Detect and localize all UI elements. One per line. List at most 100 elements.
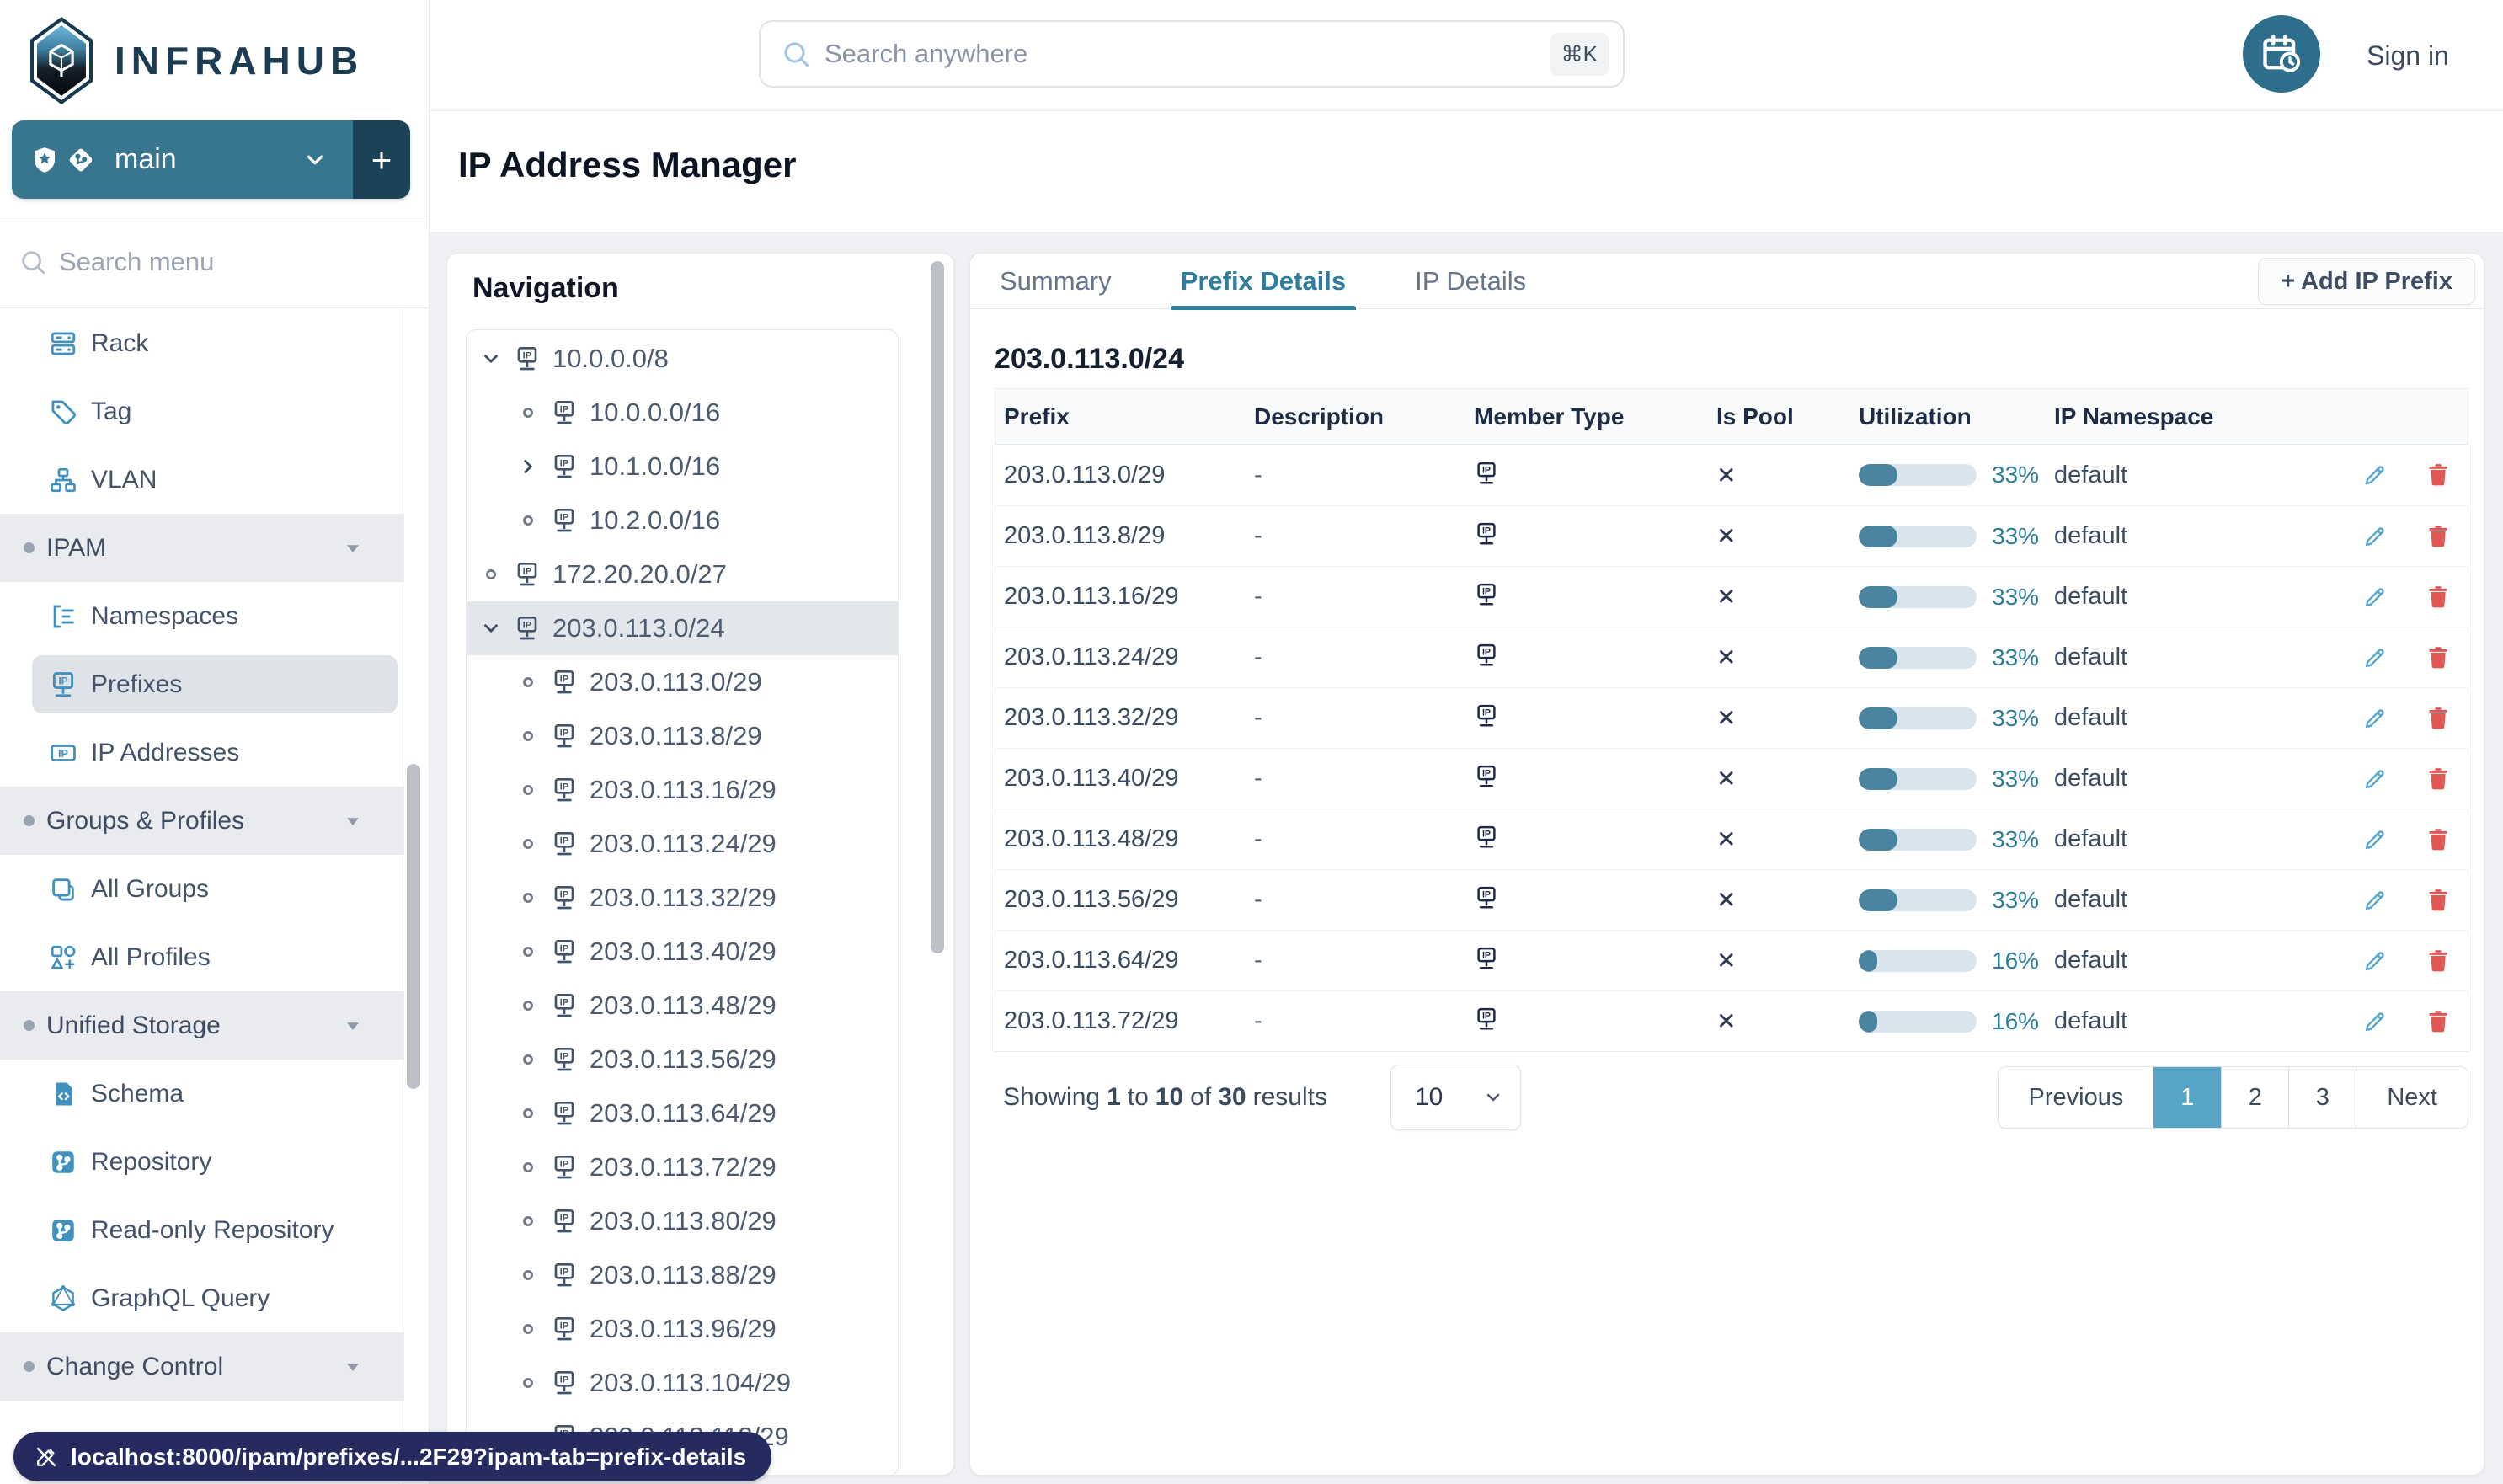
ip-sign-icon: IP <box>551 830 578 857</box>
cell-description: - <box>1254 704 1262 731</box>
tree-node-203-0-113-96-29[interactable]: IP 203.0.113.96/29 <box>467 1302 898 1356</box>
tree-node-203-0-113-48-29[interactable]: IP 203.0.113.48/29 <box>467 979 898 1033</box>
page-button-1[interactable]: 1 <box>2153 1067 2222 1128</box>
sidebar-item-tag[interactable]: Tag <box>0 377 404 446</box>
edit-row-button[interactable] <box>2362 1008 2388 1035</box>
sidebar-scrollbar-thumb[interactable] <box>407 764 420 1089</box>
tree-node-10-0-0-0-8[interactable]: IP 10.0.0.0/8 <box>467 332 898 386</box>
sidebar-item-graphql-query[interactable]: GraphQL Query <box>0 1264 404 1332</box>
edit-row-button[interactable] <box>2362 705 2388 732</box>
table-row[interactable]: 203.0.113.56/29 - IP ✕ 33% default <box>995 869 2468 930</box>
create-branch-button[interactable]: + <box>353 120 410 199</box>
tree-node-172-20-20-0-27[interactable]: IP 172.20.20.0/27 <box>467 547 898 601</box>
delete-row-button[interactable] <box>2425 705 2452 732</box>
tree-node-10-2-0-0-16[interactable]: IP 10.2.0.0/16 <box>467 494 898 547</box>
table-row[interactable]: 203.0.113.24/29 - IP ✕ 33% default <box>995 627 2468 687</box>
table-row[interactable]: 203.0.113.32/29 - IP ✕ 33% default <box>995 687 2468 748</box>
sidebar-section-ipam[interactable]: IPAM <box>0 514 404 582</box>
tree-node-203-0-113-64-29[interactable]: IP 203.0.113.64/29 <box>467 1086 898 1140</box>
sidebar-item-schema[interactable]: Schema <box>0 1060 404 1128</box>
sign-in-button[interactable]: Sign in <box>2367 0 2449 111</box>
table-row[interactable]: 203.0.113.40/29 - IP ✕ 33% default <box>995 748 2468 809</box>
sidebar-item-label: Groups & Profiles <box>46 806 245 835</box>
search-anywhere-input[interactable] <box>825 39 1536 69</box>
circle-leaf-icon <box>517 1156 539 1178</box>
cell-ip-namespace: default <box>2054 825 2128 852</box>
delete-row-button[interactable] <box>2425 462 2452 488</box>
add-ip-prefix-button[interactable]: + Add IP Prefix <box>2258 258 2475 305</box>
sidebar-item-all-profiles[interactable]: All Profiles <box>0 923 404 991</box>
ip-sign-icon: IP <box>551 938 578 965</box>
page-button-3[interactable]: 3 <box>2288 1067 2356 1128</box>
ip-sign-icon: IP <box>551 1316 578 1343</box>
tree-node-203-0-113-40-29[interactable]: IP 203.0.113.40/29 <box>467 925 898 979</box>
branch-dropdown[interactable]: main <box>12 120 353 199</box>
tab-summary[interactable]: Summary <box>995 254 1117 309</box>
table-row[interactable]: 203.0.113.72/29 - IP ✕ 16% default <box>995 990 2468 1051</box>
table-row[interactable]: 203.0.113.48/29 - IP ✕ 33% default <box>995 809 2468 869</box>
tab-ip-details[interactable]: IP Details <box>1410 254 1531 309</box>
table-row[interactable]: 203.0.113.0/29 - IP ✕ 33% default <box>995 445 2468 505</box>
delete-row-button[interactable] <box>2425 766 2452 793</box>
tree-node-203-0-113-72-29[interactable]: IP 203.0.113.72/29 <box>467 1140 898 1194</box>
tree-node-203-0-113-104-29[interactable]: IP 203.0.113.104/29 <box>467 1356 898 1410</box>
table-row[interactable]: 203.0.113.16/29 - IP ✕ 33% default <box>995 566 2468 627</box>
tree-node-203-0-113-88-29[interactable]: IP 203.0.113.88/29 <box>467 1248 898 1302</box>
sidebar-item-all-groups[interactable]: All Groups <box>0 855 404 923</box>
page-button-2[interactable]: 2 <box>2221 1067 2289 1128</box>
previous-page-button[interactable]: Previous <box>1998 1067 2154 1128</box>
sidebar-section-groups-profiles[interactable]: Groups & Profiles <box>0 787 404 855</box>
sidebar-item-namespaces[interactable]: Namespaces <box>0 582 404 650</box>
app-logo[interactable]: INFRAHUB <box>0 0 429 109</box>
tree-node-203-0-113-16-29[interactable]: IP 203.0.113.16/29 <box>467 763 898 817</box>
edit-row-button[interactable] <box>2362 644 2388 671</box>
sidebar-section-change-control[interactable]: Change Control <box>0 1332 404 1401</box>
delete-row-button[interactable] <box>2425 887 2452 914</box>
sidebar-menu: Rack Tag VLAN IPAM Namespaces IP Prefixes IP IP … <box>0 309 404 1401</box>
sidebar-item-ip-addresses[interactable]: IP IP Addresses <box>0 718 404 787</box>
delete-row-button[interactable] <box>2425 644 2452 671</box>
sidebar-item-repository[interactable]: Repository <box>0 1128 404 1196</box>
edit-row-button[interactable] <box>2362 523 2388 550</box>
tree-node-203-0-113-8-29[interactable]: IP 203.0.113.8/29 <box>467 709 898 763</box>
edit-row-button[interactable] <box>2362 826 2388 853</box>
tree-node-203-0-113-56-29[interactable]: IP 203.0.113.56/29 <box>467 1033 898 1086</box>
edit-row-button[interactable] <box>2362 766 2388 793</box>
edit-row-button[interactable] <box>2362 584 2388 611</box>
circle-leaf-icon <box>517 725 539 747</box>
next-page-button[interactable]: Next <box>2356 1067 2468 1128</box>
sidebar-section-unified-storage[interactable]: Unified Storage <box>0 991 404 1060</box>
cell-is-pool-x-mark: ✕ <box>1716 462 1737 488</box>
topbar: ⌘K Sign in <box>430 0 2503 111</box>
tree-node-203-0-113-32-29[interactable]: IP 203.0.113.32/29 <box>467 871 898 925</box>
sidebar-item-read-only-repository[interactable]: Read-only Repository <box>0 1196 404 1264</box>
utilization-label: 33% <box>1992 704 2040 731</box>
delete-row-button[interactable] <box>2425 523 2452 550</box>
tree-node-203-0-113-80-29[interactable]: IP 203.0.113.80/29 <box>467 1194 898 1248</box>
delete-row-button[interactable] <box>2425 948 2452 974</box>
table-row[interactable]: 203.0.113.64/29 - IP ✕ 16% default <box>995 930 2468 990</box>
delete-row-button[interactable] <box>2425 826 2452 853</box>
table-row[interactable]: 203.0.113.8/29 - IP ✕ 33% default <box>995 505 2468 566</box>
tab-prefix-details[interactable]: Prefix Details <box>1170 254 1357 310</box>
utilization-bar <box>1859 889 1977 911</box>
sidebar-item-prefixes[interactable]: IP Prefixes <box>0 650 404 718</box>
delete-row-button[interactable] <box>2425 1008 2452 1035</box>
utilization-bar <box>1859 949 1977 972</box>
tree-node-203-0-113-0-24[interactable]: IP 203.0.113.0/24 <box>467 601 898 655</box>
navigation-scrollbar-thumb[interactable] <box>931 261 944 953</box>
edit-row-button[interactable] <box>2362 462 2388 488</box>
sidebar-item-vlan[interactable]: VLAN <box>0 446 404 514</box>
delete-row-button[interactable] <box>2425 584 2452 611</box>
page-size-select[interactable]: 10 <box>1390 1065 1521 1130</box>
tree-node-10-0-0-0-16[interactable]: IP 10.0.0.0/16 <box>467 386 898 440</box>
tree-node-203-0-113-24-29[interactable]: IP 203.0.113.24/29 <box>467 817 898 871</box>
tree-node-10-1-0-0-16[interactable]: IP 10.1.0.0/16 <box>467 440 898 494</box>
schedule-button[interactable] <box>2243 15 2320 93</box>
edit-row-button[interactable] <box>2362 887 2388 914</box>
search-menu-input[interactable] <box>59 247 379 277</box>
sidebar-item-rack[interactable]: Rack <box>0 309 404 377</box>
edit-row-button[interactable] <box>2362 948 2388 974</box>
sidebar: INFRAHUB main + Rack Tag VLAN IPAM Namespace… <box>0 0 430 1484</box>
tree-node-203-0-113-0-29[interactable]: IP 203.0.113.0/29 <box>467 655 898 709</box>
